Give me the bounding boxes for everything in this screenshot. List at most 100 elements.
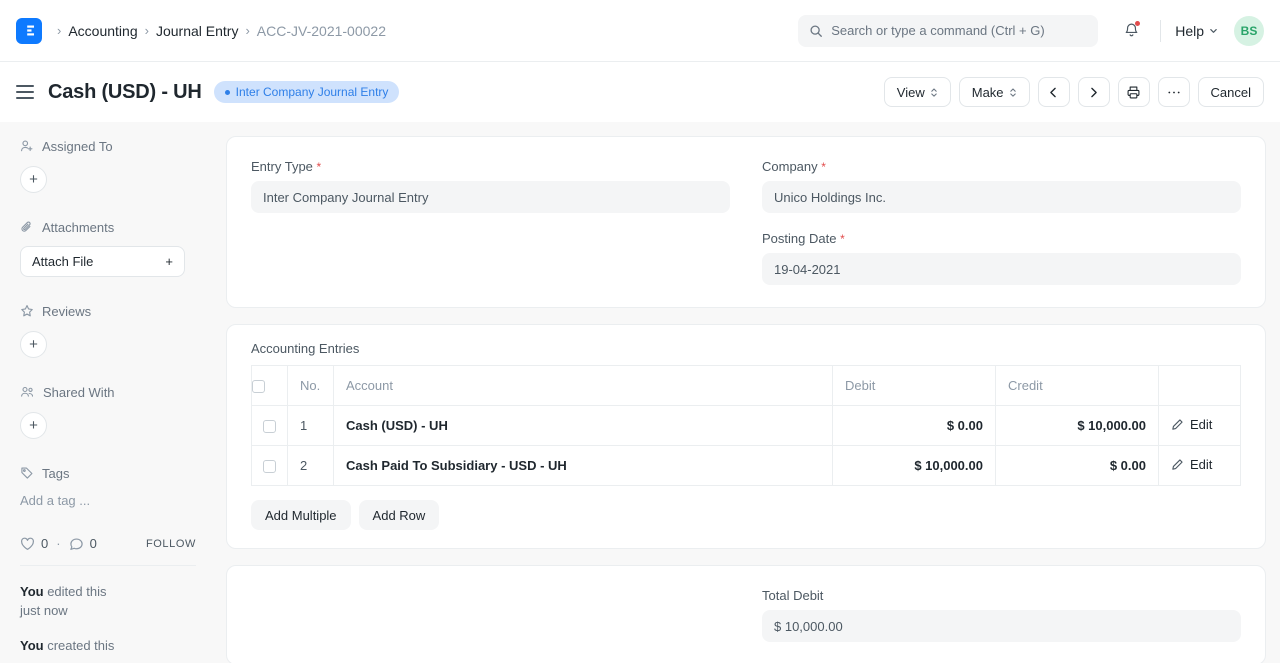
column-header-account: Account xyxy=(333,365,833,406)
activity-item: You created this xyxy=(20,636,196,655)
sidebar-divider xyxy=(20,565,196,566)
table-header: No. Account Debit Credit xyxy=(251,365,1241,406)
sidebar-section-assigned-to: Assigned To + xyxy=(20,136,196,193)
attach-file-label: Attach File xyxy=(32,254,94,269)
breadcrumb: › Accounting › Journal Entry › ACC-JV-20… xyxy=(50,23,386,39)
activity-item: You edited this just now xyxy=(20,582,196,620)
table-body: 1 Cash (USD) - UH $ 0.00 $ 10,000.00 Edi… xyxy=(251,405,1241,486)
table-header-row: No. Account Debit Credit xyxy=(251,365,1241,406)
row-checkbox[interactable] xyxy=(263,420,276,434)
tags-label: Tags xyxy=(42,465,70,481)
follow-button[interactable]: FOLLOW xyxy=(146,538,196,550)
row-debit[interactable]: $ 10,000.00 xyxy=(832,445,996,486)
pencil-icon xyxy=(1172,459,1183,470)
tag-icon xyxy=(21,467,33,479)
previous-button[interactable] xyxy=(1037,77,1070,107)
heart-icon xyxy=(21,537,34,550)
view-button[interactable]: View xyxy=(883,77,951,107)
select-all-cell xyxy=(251,365,288,406)
chevron-left-icon xyxy=(1050,87,1056,97)
status-badge[interactable]: Inter Company Journal Entry xyxy=(213,81,400,103)
row-account[interactable]: Cash (USD) - UH xyxy=(333,405,833,446)
social-separator: · xyxy=(56,536,61,551)
make-button[interactable]: Make xyxy=(958,77,1030,107)
add-multiple-button[interactable]: Add Multiple xyxy=(251,500,351,530)
attach-file-button[interactable]: Attach File + xyxy=(20,246,185,277)
grid-buttons: Add Multiple Add Row xyxy=(251,500,1241,530)
table-row[interactable]: 1 Cash (USD) - UH $ 0.00 $ 10,000.00 Edi… xyxy=(251,405,1241,446)
entry-type-input[interactable]: Inter Company Journal Entry xyxy=(251,181,730,213)
shared-with-label: Shared With xyxy=(43,384,115,400)
status-dot-icon xyxy=(224,89,230,95)
accounting-entries-table: No. Account Debit Credit 1 Cash (USD) - … xyxy=(251,365,1241,486)
users-icon xyxy=(21,386,34,397)
printer-icon xyxy=(1127,86,1140,98)
breadcrumb-item-journal-entry[interactable]: Journal Entry xyxy=(156,23,238,39)
comment-icon xyxy=(69,537,83,550)
total-debit-field: Total Debit $ 10,000.00 xyxy=(762,588,1241,642)
details-right-column: Company * Unico Holdings Inc. Posting Da… xyxy=(762,159,1241,285)
form-main: Entry Type * Inter Company Journal Entry… xyxy=(212,122,1280,663)
breadcrumb-item-current: ACC-JV-2021-00022 xyxy=(256,22,386,39)
sidebar-section-shared-with: Shared With + xyxy=(20,382,196,439)
table-row[interactable]: 2 Cash Paid To Subsidiary - USD - UH $ 1… xyxy=(251,445,1241,486)
details-left-column: Entry Type * Inter Company Journal Entry xyxy=(251,159,730,285)
pencil-icon xyxy=(1172,419,1183,430)
avatar[interactable]: BS xyxy=(1234,15,1264,46)
add-share-button[interactable]: + xyxy=(20,412,47,439)
chevron-down-icon xyxy=(1210,29,1217,33)
select-all-checkbox[interactable] xyxy=(252,380,265,394)
sidebar-section-tags: Tags Add a tag ... xyxy=(20,463,196,509)
required-asterisk: * xyxy=(821,160,826,174)
add-row-button[interactable]: Add Row xyxy=(358,500,440,530)
add-review-button[interactable]: + xyxy=(20,331,47,358)
frappe-logo-icon[interactable] xyxy=(16,17,42,44)
user-plus-icon xyxy=(21,140,33,152)
shared-with-header: Shared With xyxy=(20,382,196,402)
row-edit-cell: Edit xyxy=(1158,445,1241,486)
search-input[interactable] xyxy=(831,23,1088,38)
tags-header: Tags xyxy=(20,463,196,483)
total-debit-input: $ 10,000.00 xyxy=(762,610,1241,642)
required-asterisk: * xyxy=(840,232,845,246)
comment-count: 0 xyxy=(89,536,97,551)
company-input[interactable]: Unico Holdings Inc. xyxy=(762,181,1241,213)
posting-date-label-text: Posting Date xyxy=(762,231,837,246)
navbar-right-group: Help BS xyxy=(798,14,1264,47)
hamburger-icon[interactable] xyxy=(16,85,34,99)
totals-right-column: Total Debit $ 10,000.00 xyxy=(762,588,1241,642)
chevron-right-icon xyxy=(1091,87,1097,97)
row-number: 2 xyxy=(287,445,334,486)
top-navbar: › Accounting › Journal Entry › ACC-JV-20… xyxy=(0,0,1280,62)
edit-row-button[interactable]: Edit xyxy=(1171,457,1212,472)
search-box[interactable] xyxy=(798,14,1099,47)
plus-icon: + xyxy=(165,254,173,269)
more-options-button[interactable] xyxy=(1157,77,1190,107)
add-tag-input[interactable]: Add a tag ... xyxy=(20,493,196,508)
assigned-to-header: Assigned To xyxy=(20,136,196,156)
social-row: 0 · 0 FOLLOW xyxy=(20,536,196,551)
next-button[interactable] xyxy=(1077,77,1110,107)
row-checkbox[interactable] xyxy=(263,460,276,474)
posting-date-input[interactable]: 19-04-2021 xyxy=(762,253,1241,285)
add-assignment-button[interactable]: + xyxy=(20,166,47,193)
cancel-button[interactable]: Cancel xyxy=(1197,77,1264,107)
navbar-divider xyxy=(1160,19,1162,42)
column-header-actions xyxy=(1158,365,1241,406)
row-credit[interactable]: $ 10,000.00 xyxy=(995,405,1159,446)
print-button[interactable] xyxy=(1117,77,1150,107)
row-account[interactable]: Cash Paid To Subsidiary - USD - UH xyxy=(333,445,833,486)
row-credit[interactable]: $ 0.00 xyxy=(995,445,1159,486)
breadcrumb-item-accounting[interactable]: Accounting xyxy=(68,23,137,39)
activity-actor: You xyxy=(20,638,44,653)
entry-type-field: Entry Type * Inter Company Journal Entry xyxy=(251,159,730,213)
posting-date-label: Posting Date * xyxy=(762,231,1241,246)
notifications-button[interactable] xyxy=(1116,16,1146,46)
edit-row-button[interactable]: Edit xyxy=(1171,417,1212,432)
help-menu[interactable]: Help xyxy=(1175,23,1218,39)
row-debit[interactable]: $ 0.00 xyxy=(832,405,996,446)
activity-list: You edited this just now You created thi… xyxy=(20,582,196,655)
column-header-debit: Debit xyxy=(832,365,996,406)
page-actions: View Make Cancel xyxy=(883,77,1264,107)
row-number: 1 xyxy=(287,405,334,446)
